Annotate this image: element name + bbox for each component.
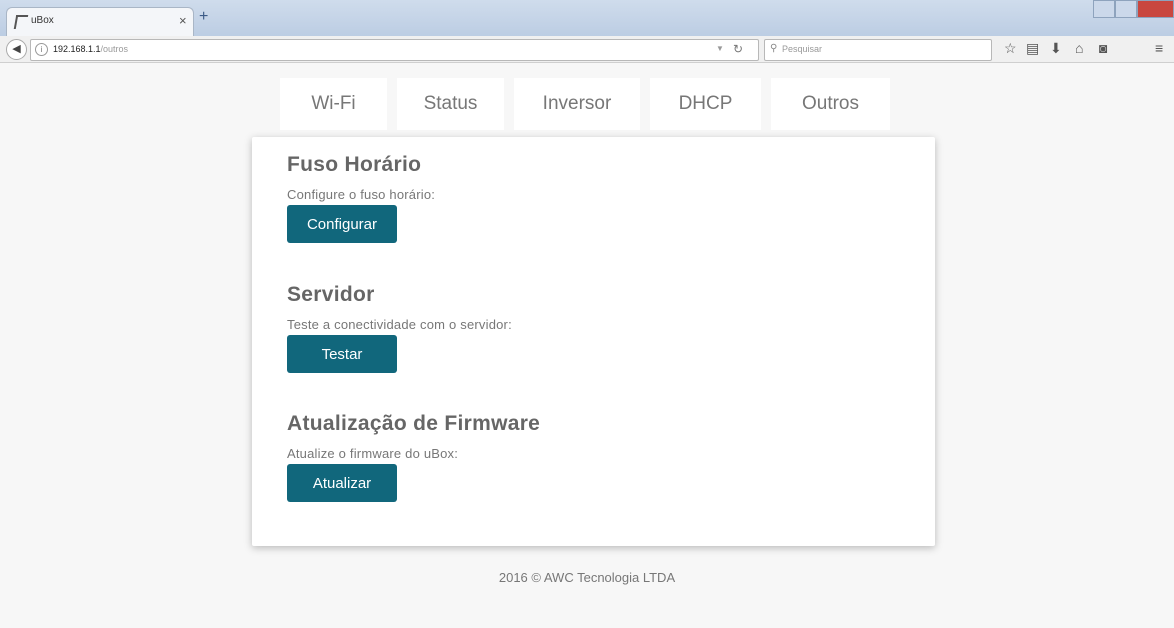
section-timezone: Fuso Horário Configure o fuso horário: C…: [287, 153, 435, 243]
info-icon[interactable]: i: [35, 43, 48, 56]
library-icon[interactable]: ▤: [1026, 40, 1039, 56]
tab-dhcp[interactable]: DHCP: [650, 78, 761, 130]
url-path: /outros: [100, 44, 129, 54]
page-icon: [13, 15, 29, 29]
back-icon[interactable]: ◀: [6, 39, 27, 60]
bookmark-star-icon[interactable]: ☆: [1004, 40, 1017, 56]
section-title: Atualização de Firmware: [287, 412, 541, 435]
tab-title: uBox: [31, 15, 54, 26]
pocket-icon[interactable]: ◙: [1099, 40, 1107, 56]
tab-status[interactable]: Status: [397, 78, 504, 130]
settings-card: Fuso Horário Configure o fuso horário: C…: [252, 137, 935, 546]
search-input[interactable]: ⚲ Pesquisar: [764, 39, 992, 61]
section-title: Fuso Horário: [287, 153, 422, 176]
section-description: Configure o fuso horário:: [287, 187, 436, 202]
browser-tab[interactable]: uBox ×: [6, 7, 194, 36]
main-nav: Wi-Fi Status Inversor DHCP Outros: [280, 78, 890, 130]
reload-icon[interactable]: ↻: [733, 42, 743, 56]
chevron-down-icon[interactable]: ▼: [716, 44, 724, 53]
section-server: Servidor Teste a conectividade com o ser…: [287, 283, 512, 373]
menu-icon[interactable]: ≡: [1155, 40, 1163, 56]
close-tab-icon[interactable]: ×: [179, 13, 187, 28]
search-placeholder: Pesquisar: [782, 44, 823, 54]
close-window-button[interactable]: [1137, 0, 1174, 18]
footer-copyright: 2016 © AWC Tecnologia LTDA: [498, 570, 676, 585]
url-bar[interactable]: i 192.168.1.1/outros ▼ ↻: [30, 39, 759, 61]
configure-button[interactable]: Configurar: [287, 205, 397, 243]
download-icon[interactable]: ⬇: [1050, 40, 1062, 56]
section-title: Servidor: [287, 283, 375, 306]
test-button[interactable]: Testar: [287, 335, 397, 373]
section-description: Teste a conectividade com o servidor:: [287, 317, 512, 332]
new-tab-icon[interactable]: +: [199, 8, 208, 26]
tab-inversor[interactable]: Inversor: [514, 78, 640, 130]
update-button[interactable]: Atualizar: [287, 464, 397, 502]
window-controls: [1093, 0, 1174, 20]
minimize-button[interactable]: [1093, 0, 1115, 18]
section-description: Atualize o firmware do uBox:: [287, 446, 459, 461]
url-text: 192.168.1.1/outros: [53, 44, 128, 54]
url-host: 192.168.1.1: [53, 44, 101, 54]
tab-outros[interactable]: Outros: [771, 78, 890, 130]
browser-titlebar: uBox × +: [0, 0, 1174, 36]
browser-navbar: ◀ i 192.168.1.1/outros ▼ ↻ ⚲ Pesquisar ☆…: [0, 36, 1174, 63]
tab-wifi[interactable]: Wi-Fi: [280, 78, 387, 130]
maximize-button[interactable]: [1115, 0, 1137, 18]
search-icon: ⚲: [770, 43, 778, 54]
section-firmware: Atualização de Firmware Atualize o firmw…: [287, 412, 540, 502]
home-icon[interactable]: ⌂: [1075, 40, 1083, 56]
